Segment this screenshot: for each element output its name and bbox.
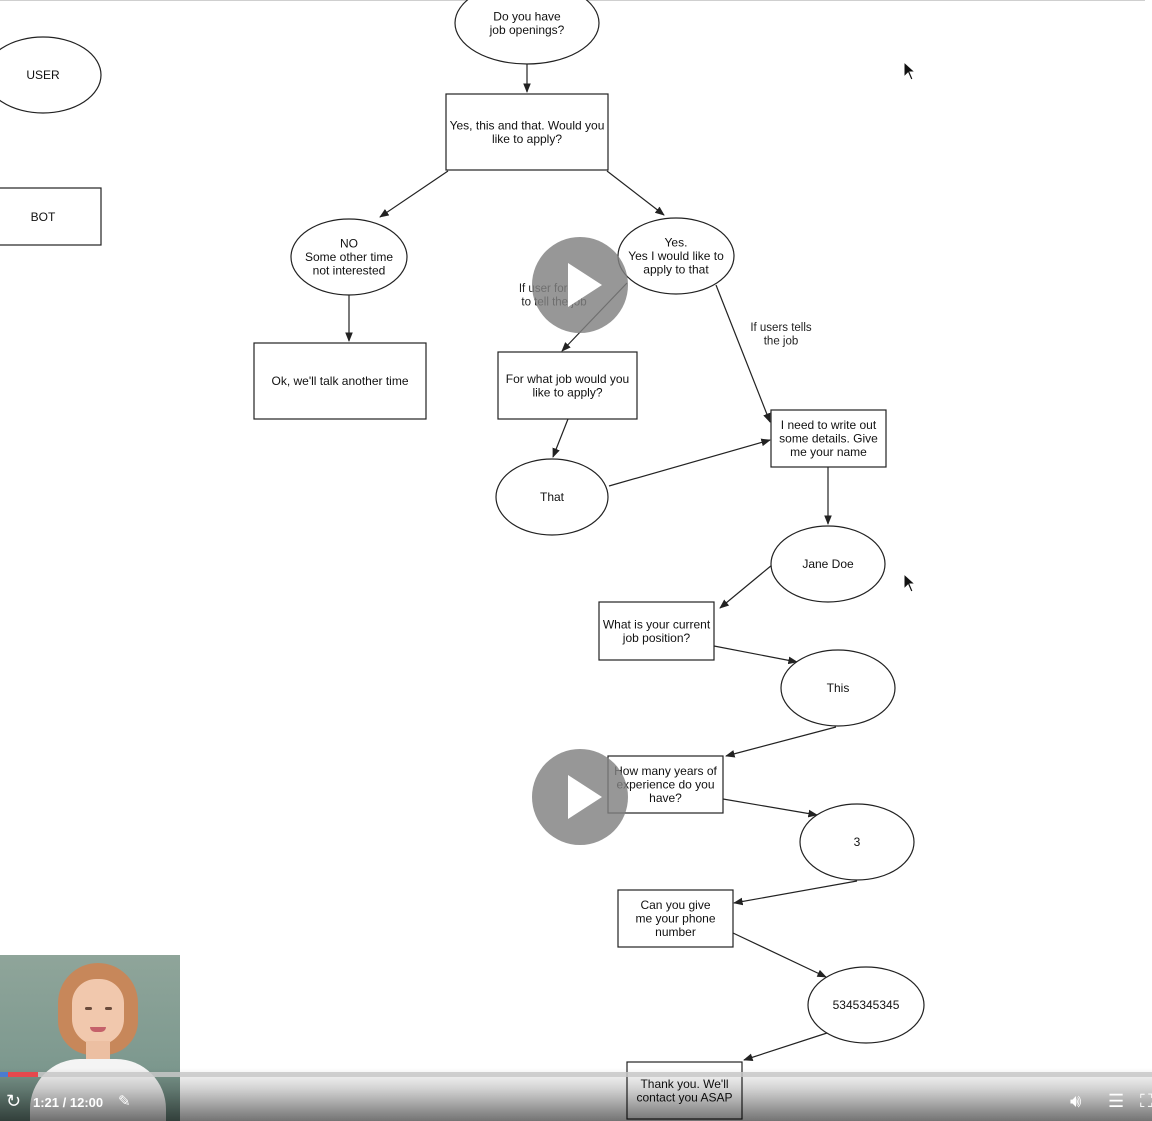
legend-user: USER xyxy=(0,36,102,114)
play-button-bottom[interactable] xyxy=(532,749,628,845)
node-label: apply to that xyxy=(643,263,709,277)
transcript-icon: ☰ xyxy=(1108,1091,1125,1111)
node-label: Yes, this and that. Would you xyxy=(450,118,605,132)
node-q-openings: Do you havejob openings? xyxy=(454,0,600,65)
node-label: Do you have xyxy=(493,9,561,23)
legend-user-label: USER xyxy=(26,68,60,82)
node-a-yes-apply: Yes, this and that. Would youlike to app… xyxy=(445,93,609,171)
node-phone-number: 5345345345 xyxy=(807,966,925,1044)
node-label: Can you give xyxy=(640,898,710,912)
node-label: Some other time xyxy=(305,250,393,264)
node-what-job: For what job would youlike to apply? xyxy=(497,351,638,420)
time-display: 1:21 / 12:00 xyxy=(33,1095,104,1110)
cursor-arrow-icon xyxy=(903,573,917,593)
edge-this-to-years xyxy=(725,726,837,758)
webcam-mouth xyxy=(90,1027,106,1032)
node-label: not interested xyxy=(313,264,386,278)
edge-reply-to-yes xyxy=(606,170,665,216)
node-label: some details. Give xyxy=(779,432,878,446)
node-label: 5345345345 xyxy=(833,998,900,1012)
node-label: What is your current xyxy=(603,617,711,631)
node-label: Jane Doe xyxy=(802,557,854,571)
node-label: Yes I would like to xyxy=(628,249,724,263)
play-button-top[interactable] xyxy=(532,237,628,333)
node-three: 3 xyxy=(799,803,915,881)
play-icon xyxy=(568,775,602,819)
node-label: That xyxy=(540,490,565,504)
flowchart-nodes: Do you havejob openings? Yes, this and th… xyxy=(253,0,925,1120)
edge-label-tells-job: If users tells xyxy=(750,322,812,334)
notes-button[interactable]: ✎ xyxy=(118,1094,131,1109)
node-label: NO xyxy=(340,237,358,251)
edge-name-to-position xyxy=(719,564,773,609)
volume-button[interactable]: 🔊︎ xyxy=(1070,1092,1081,1110)
node-this: This xyxy=(780,649,896,727)
edge-position-to-this xyxy=(713,645,798,665)
replay-button[interactable]: ↻ xyxy=(6,1092,21,1110)
node-label: Yes. xyxy=(665,236,688,250)
webcam-face xyxy=(72,979,124,1045)
node-talk-later: Ok, we'll talk another time xyxy=(253,342,427,420)
play-icon xyxy=(568,263,602,307)
transcript-button[interactable]: ☰ xyxy=(1108,1092,1124,1110)
edge-label-tells-job: the job xyxy=(764,336,799,348)
progress-buffer-start xyxy=(0,1072,8,1077)
node-no-answer: NOSome other timenot interested xyxy=(290,218,408,296)
node-label: me your name xyxy=(790,445,867,459)
node-current-position: What is your currentjob position? xyxy=(598,601,715,661)
edge-three-to-phone-q xyxy=(733,880,858,906)
node-label: like to apply? xyxy=(532,385,602,399)
node-that: That xyxy=(495,458,609,536)
edge-phone-q-to-number xyxy=(732,932,827,978)
edge-number-to-thanks xyxy=(743,1032,828,1061)
replay-icon: ↻ xyxy=(6,1091,22,1111)
node-label: number xyxy=(655,925,696,939)
node-jane-doe: Jane Doe xyxy=(770,525,886,603)
node-label: me your phone xyxy=(635,912,715,926)
node-label: Ok, we'll talk another time xyxy=(271,374,408,388)
node-label: job openings? xyxy=(489,23,565,37)
node-label: like to apply? xyxy=(492,132,562,146)
legend-bot-label: BOT xyxy=(31,210,56,224)
video-controls: ↻ 1:21 / 12:00 ✎ 🔊︎ ☰ ⛶ xyxy=(0,1068,1152,1121)
fullscreen-button[interactable]: ⛶ xyxy=(1140,1092,1152,1110)
node-label: How many years of xyxy=(614,764,717,778)
node-label: job position? xyxy=(622,631,691,645)
node-label: have? xyxy=(649,791,682,805)
edge-reply-to-no xyxy=(379,170,449,218)
edge-yes-to-details xyxy=(715,284,771,423)
cursor-arrow-icon xyxy=(903,61,917,81)
webcam-eye xyxy=(105,1007,112,1010)
progress-bar[interactable] xyxy=(0,1072,1152,1077)
flowchart-canvas: USER BOT Do you havejob openings? Yes, th… xyxy=(0,0,925,1120)
node-need-details: I need to write outsome details. Giveme … xyxy=(770,409,887,468)
node-label: For what job would you xyxy=(506,372,629,386)
node-label: 3 xyxy=(854,835,861,849)
legend-bot: BOT xyxy=(0,187,102,246)
fullscreen-icon: ⛶ xyxy=(1140,1092,1152,1110)
edge-what-job-to-that xyxy=(552,418,569,458)
node-phone-q: Can you giveme your phonenumber xyxy=(617,889,734,948)
notes-icon: ✎ xyxy=(118,1093,131,1110)
webcam-eye xyxy=(85,1007,92,1010)
node-label: I need to write out xyxy=(781,418,877,432)
node-yes-answer: Yes.Yes I would like toapply to that xyxy=(617,217,735,295)
volume-icon: 🔊︎ xyxy=(1070,1091,1082,1111)
edge-years-to-three xyxy=(722,798,818,818)
node-label: This xyxy=(827,681,850,695)
edge-that-to-details xyxy=(608,438,771,487)
node-label: experience do you xyxy=(616,778,714,792)
